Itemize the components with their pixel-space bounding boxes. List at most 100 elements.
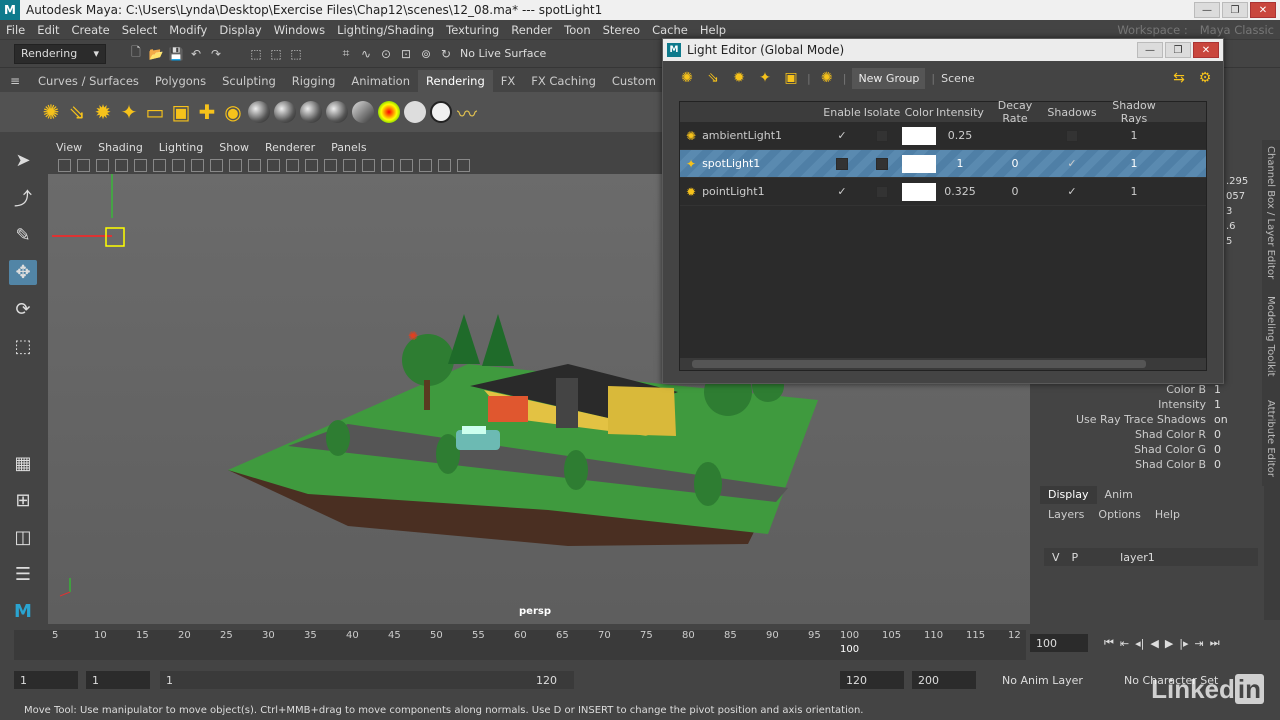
enable-checkbox[interactable]: ✓ (836, 130, 848, 142)
menu-display[interactable]: Display (213, 23, 267, 37)
layout-icon[interactable]: ⇆ (1169, 70, 1189, 86)
layer-tab-anim[interactable]: Anim (1097, 486, 1141, 504)
select-component-icon[interactable]: ⬚ (286, 44, 306, 64)
menu-cache[interactable]: Cache (646, 23, 694, 37)
light-name[interactable]: ambientLight1 (702, 129, 782, 142)
shelf-tab-custom[interactable]: Custom (604, 70, 664, 92)
phong-material-icon[interactable] (300, 101, 322, 123)
resolution-gate-icon[interactable] (153, 158, 166, 172)
col-enable[interactable]: Enable (822, 106, 862, 119)
side-tab-modeling-toolkit[interactable]: Modeling Toolkit (1265, 296, 1276, 377)
col-shadows[interactable]: Shadows (1046, 106, 1098, 119)
safe-action-icon[interactable] (210, 158, 223, 172)
textured-icon[interactable] (305, 158, 318, 172)
light-row-spotlight1[interactable]: ✦ spotLight1 1 0 ✓ 1 (680, 150, 1206, 178)
attr-intensity[interactable]: Intensity 1 (1032, 398, 1262, 413)
shadows-checkbox[interactable] (1066, 129, 1078, 142)
isolate-checkbox[interactable] (876, 185, 888, 198)
enable-checkbox[interactable] (836, 157, 848, 170)
col-isolate[interactable]: Isolate (862, 106, 902, 119)
point-light-icon[interactable]: ✹ (729, 70, 749, 86)
go-to-start-icon[interactable]: ⏮ (1104, 636, 1114, 650)
color-swatch[interactable] (902, 126, 936, 145)
area-light-icon[interactable]: ▭ (144, 100, 166, 124)
default-lighting-icon[interactable] (286, 158, 299, 172)
volume-light-icon[interactable]: ✺ (817, 70, 837, 86)
menu-toon[interactable]: Toon (558, 23, 596, 37)
select-tool-icon[interactable]: ➤ (9, 148, 37, 173)
volume-light-icon[interactable]: ▣ (170, 100, 192, 124)
scene-button[interactable]: Scene (941, 72, 975, 85)
color-swatch[interactable] (902, 154, 936, 173)
end-frame-field[interactable]: 200 (912, 671, 976, 689)
anim-layer-dropdown[interactable]: No Anim Layer (996, 671, 1116, 689)
light-editor-minimize-button[interactable]: — (1137, 42, 1163, 58)
ambient-occlusion-icon[interactable] (362, 158, 375, 172)
live-surface-icon[interactable]: ↻ (436, 44, 456, 64)
select-object-icon[interactable]: ⬚ (266, 44, 286, 64)
layer-visibility-toggle[interactable]: V (1052, 551, 1060, 564)
menu-help[interactable]: Help (694, 23, 732, 37)
safe-title-icon[interactable] (229, 158, 242, 172)
ambient-light-icon[interactable]: ✺ (40, 100, 62, 124)
light-link-icon[interactable]: ✚ (196, 100, 218, 124)
snap-grid-icon[interactable]: ⌗ (336, 44, 356, 64)
go-to-end-icon[interactable]: ⏭ (1210, 636, 1220, 650)
step-forward-frame-icon[interactable]: |▸ (1179, 637, 1188, 650)
attr-shad-color-r[interactable]: Shad Color R0 (1032, 428, 1262, 443)
close-button[interactable]: ✕ (1250, 2, 1276, 18)
rotate-tool-icon[interactable]: ⟳ (9, 297, 37, 322)
attr-shad-color-g[interactable]: Shad Color G0 (1032, 443, 1262, 458)
smooth-shade-icon[interactable] (267, 158, 280, 172)
col-color[interactable]: Color (902, 106, 936, 119)
spot-light-icon[interactable]: ✦ (118, 100, 140, 124)
open-scene-icon[interactable]: 📂 (146, 44, 166, 64)
phonge-material-icon[interactable] (326, 101, 348, 123)
light-name[interactable]: spotLight1 (702, 157, 760, 170)
minimize-button[interactable]: — (1194, 2, 1220, 18)
enable-checkbox[interactable]: ✓ (836, 186, 848, 198)
menu-modify[interactable]: Modify (163, 23, 213, 37)
shelf-tab-fx[interactable]: FX (493, 70, 524, 92)
shelf-tab-sculpting[interactable]: Sculpting (214, 70, 284, 92)
scrollbar-thumb[interactable] (692, 360, 1146, 368)
lambert-material-icon[interactable] (248, 101, 270, 123)
new-group-button[interactable]: New Group (852, 67, 926, 89)
decay-field[interactable]: 0 (984, 185, 1046, 198)
light-name[interactable]: pointLight1 (702, 185, 765, 198)
layer-tab-display[interactable]: Display (1040, 486, 1097, 504)
scale-tool-icon[interactable]: ⬚ (9, 334, 37, 359)
field-chart-icon[interactable] (191, 158, 204, 172)
new-scene-icon[interactable]: 🗋 (126, 44, 146, 64)
render-settings-icon[interactable]: ◉ (222, 100, 244, 124)
maximize-button[interactable]: ❐ (1222, 2, 1248, 18)
panel-menu-renderer[interactable]: Renderer (257, 141, 323, 154)
step-forward-key-icon[interactable]: ⇥ (1195, 637, 1204, 650)
paint-select-icon[interactable]: ✎ (9, 223, 37, 248)
spot-light-icon[interactable]: ✦ (755, 70, 775, 86)
menu-lighting-shading[interactable]: Lighting/Shading (331, 23, 440, 37)
attr-shad-color-b[interactable]: Shad Color B0 (1032, 458, 1262, 473)
current-frame-field[interactable]: 100 (1030, 634, 1088, 652)
move-tool-icon[interactable]: ✥ (9, 260, 37, 285)
intensity-field[interactable]: 0.25 (936, 129, 984, 142)
blinn-material-icon[interactable] (274, 101, 296, 123)
use-lights-icon[interactable] (324, 158, 337, 172)
shading-map-icon[interactable] (430, 101, 452, 123)
layer-name[interactable]: layer1 (1120, 551, 1155, 564)
panel-menu-panels[interactable]: Panels (323, 141, 374, 154)
start-frame-field[interactable]: 1 (14, 671, 78, 689)
color-swatch[interactable] (902, 182, 936, 201)
range-slider[interactable]: 1 120 (160, 671, 574, 689)
col-intensity[interactable]: Intensity (936, 106, 984, 119)
light-row-ambientlight1[interactable]: ✺ ambientLight1 ✓ 0.25 1 (680, 122, 1206, 150)
outliner-icon[interactable]: ☰ (9, 562, 37, 587)
area-light-icon[interactable]: ▣ (781, 70, 801, 86)
intensity-field[interactable]: 0.325 (936, 185, 984, 198)
time-slider[interactable]: 5 10 15 20 25 30 35 40 45 50 55 60 65 70… (0, 628, 1280, 662)
shadow-rays-field[interactable]: 1 (1098, 129, 1170, 142)
antialias-icon[interactable] (400, 158, 413, 172)
wireframe-icon[interactable] (248, 158, 261, 172)
layer-playback-toggle[interactable]: P (1072, 551, 1079, 564)
isolate-select-icon[interactable] (419, 158, 432, 172)
